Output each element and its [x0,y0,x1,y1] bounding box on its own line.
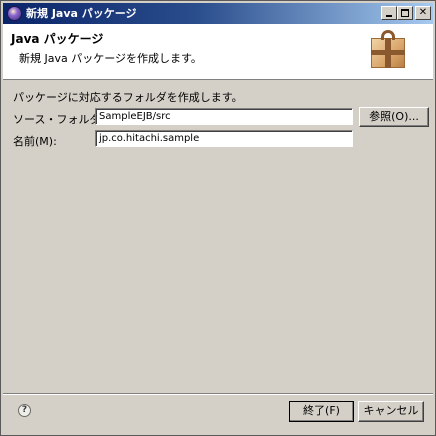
form-body: パッケージに対応するフォルダを作成します。 ソース・フォルダ(D): Sampl… [3,81,433,393]
package-name-label: 名前(M): [13,135,57,148]
minimize-button[interactable] [381,6,397,20]
source-folder-field[interactable]: SampleEJB/src [95,108,353,125]
help-icon[interactable]: ? [18,404,31,417]
package-name-field[interactable]: jp.co.hitachi.sample [95,130,353,147]
minimize-icon [386,15,392,17]
cancel-button[interactable]: キャンセル [358,401,424,422]
dialog-window: 新規 Java パッケージ ✕ Java パッケージ 新規 Java パッケージ… [0,0,436,436]
close-icon: ✕ [418,7,428,18]
eclipse-icon [7,6,22,21]
page-message: 新規 Java パッケージを作成します。 [19,52,202,65]
window-title: 新規 Java パッケージ [26,7,137,20]
header-banner: Java パッケージ 新規 Java パッケージを作成します。 [3,24,433,80]
close-button[interactable]: ✕ [415,6,431,20]
form-description: パッケージに対応するフォルダを作成します。 [13,91,243,104]
maximize-icon [401,9,409,17]
footer-divider [3,393,433,395]
title-bar[interactable]: 新規 Java パッケージ ✕ [3,3,433,24]
package-icon [369,30,407,70]
finish-button[interactable]: 終了(F) [289,401,354,422]
browse-button[interactable]: 参照(O)... [359,107,429,127]
maximize-button[interactable] [397,6,413,20]
page-title: Java パッケージ [11,32,104,46]
